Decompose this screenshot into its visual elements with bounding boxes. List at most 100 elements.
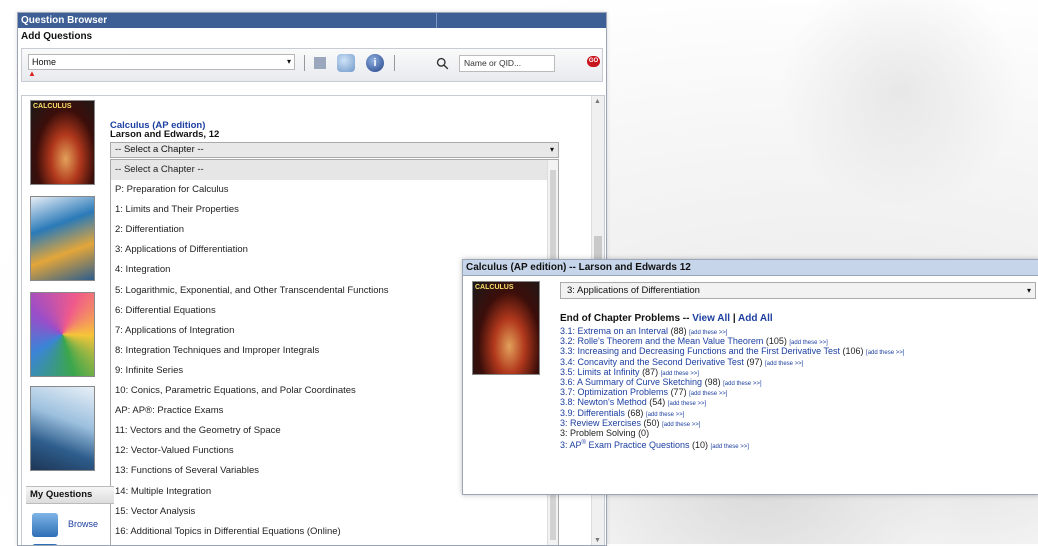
section-row: 3: Problem Solving (0) bbox=[560, 428, 1030, 438]
location-select[interactable]: Home ▾ bbox=[28, 54, 295, 70]
view-all-link[interactable]: View All bbox=[692, 313, 730, 324]
book-cover[interactable] bbox=[30, 386, 95, 471]
section-link[interactable]: 3.6: A Summary of Curve Sketching bbox=[560, 377, 702, 387]
section-row: 3.8: Newton's Method (54) [add these >>] bbox=[560, 397, 1030, 407]
section-row: 3.5: Limits at Infinity (87) [add these … bbox=[560, 367, 1030, 377]
add-these-link[interactable]: [add these >>] bbox=[711, 444, 749, 450]
section-count: (98) bbox=[704, 376, 721, 387]
chapter-select-value: 3: Applications of Differentiation bbox=[567, 285, 700, 296]
chevron-down-icon: ▾ bbox=[549, 145, 554, 154]
go-button[interactable]: GO bbox=[587, 56, 600, 67]
section-row: 3.6: A Summary of Curve Sketching (98) [… bbox=[560, 377, 1030, 387]
book-cover[interactable] bbox=[30, 292, 95, 377]
section-link[interactable]: 3.8: Newton's Method bbox=[560, 397, 647, 407]
info-icon[interactable]: i bbox=[366, 54, 384, 72]
section-name-part: 3: AP bbox=[560, 440, 582, 451]
browse-icon[interactable] bbox=[32, 513, 58, 537]
add-these-link[interactable]: [add these >>] bbox=[668, 401, 706, 407]
browser-toolbar: Home ▾ ▲ i ⚲ Name or QID... GO bbox=[21, 48, 603, 82]
section-count: (88) bbox=[670, 326, 687, 336]
location-value: Home bbox=[32, 57, 57, 67]
section-count: (87) bbox=[642, 366, 659, 377]
add-these-link[interactable]: [add these >>] bbox=[689, 330, 727, 336]
scroll-down-icon[interactable]: ▼ bbox=[594, 537, 601, 544]
add-all-link[interactable]: Add All bbox=[738, 313, 773, 324]
chapter-option[interactable]: 3: Applications of Differentiation bbox=[111, 240, 558, 260]
section-link[interactable]: 3.5: Limits at Infinity bbox=[560, 367, 640, 377]
question-browser-titlebar: Question Browser bbox=[18, 13, 606, 28]
section-link[interactable]: 3.9: Differentials bbox=[560, 408, 625, 418]
section-count: (68) bbox=[627, 407, 644, 418]
add-these-link[interactable]: [add these >>] bbox=[689, 391, 727, 397]
section-row: 3.2: Rolle's Theorem and the Mean Value … bbox=[560, 336, 1030, 346]
section-link[interactable]: 3: AP® Exam Practice Questions bbox=[560, 440, 689, 450]
chapter-select[interactable]: 3: Applications of Differentiation ▾ bbox=[560, 282, 1036, 299]
section-link[interactable]: 3.7: Optimization Problems bbox=[560, 387, 668, 397]
calculus-book-cover[interactable]: CALCULUS bbox=[30, 100, 95, 185]
section-list: 3.1: Extrema on an Interval (88) [add th… bbox=[560, 326, 1030, 451]
chevron-down-icon: ▾ bbox=[286, 57, 291, 66]
book-cover[interactable] bbox=[30, 196, 95, 281]
calculus-chapter-panel: Calculus (AP edition) -- Larson and Edwa… bbox=[462, 259, 1038, 495]
section-count: (106) bbox=[842, 346, 864, 357]
chapter-option[interactable]: -- Select a Chapter -- bbox=[111, 160, 558, 181]
section-link[interactable]: 3: Review Exercises bbox=[560, 418, 641, 428]
search-input[interactable]: Name or QID... bbox=[459, 55, 555, 72]
section-link[interactable]: 3.1: Extrema on an Interval bbox=[560, 326, 668, 336]
chevron-down-icon: ▾ bbox=[1026, 286, 1031, 295]
section-row: 3.9: Differentials (68) [add these >>] bbox=[560, 408, 1030, 418]
section-count: (105) bbox=[765, 336, 787, 347]
add-these-link[interactable]: [add these >>] bbox=[866, 350, 904, 356]
cover-title-text: CALCULUS bbox=[475, 284, 514, 291]
add-these-link[interactable]: [add these >>] bbox=[661, 371, 699, 377]
chapter-option[interactable]: P: Preparation for Calculus bbox=[111, 180, 558, 200]
add-these-link[interactable]: [add these >>] bbox=[662, 422, 700, 428]
chapter-option[interactable]: 1: Limits and Their Properties bbox=[111, 200, 558, 220]
toolbar-divider bbox=[394, 55, 395, 71]
chapter-option[interactable]: 15: Vector Analysis bbox=[111, 502, 558, 522]
section-count: (97) bbox=[746, 356, 763, 367]
document-icon[interactable] bbox=[337, 54, 355, 72]
section-count: (50) bbox=[643, 417, 660, 428]
chapter-select-value: -- Select a Chapter -- bbox=[115, 144, 204, 155]
add-these-link[interactable]: [add these >>] bbox=[765, 361, 803, 367]
question-browser-title: Question Browser bbox=[21, 15, 108, 26]
link-separator: | bbox=[732, 313, 736, 324]
my-questions-heading: My Questions bbox=[26, 486, 114, 504]
section-row: 3: AP® Exam Practice Questions (10) [add… bbox=[560, 438, 1030, 451]
end-of-chapter-label: End of Chapter Problems -- bbox=[560, 313, 690, 324]
add-these-link[interactable]: [add these >>] bbox=[723, 381, 761, 387]
section-link[interactable]: 3.3: Increasing and Decreasing Functions… bbox=[560, 346, 840, 356]
chapter-option[interactable]: 16: Additional Topics in Differential Eq… bbox=[111, 522, 558, 542]
chapter-select[interactable]: -- Select a Chapter -- ▾ bbox=[110, 142, 559, 158]
calculus-book-cover: CALCULUS bbox=[472, 281, 540, 375]
add-these-link[interactable]: [add these >>] bbox=[646, 412, 684, 418]
section-row: 3.1: Extrema on an Interval (88) [add th… bbox=[560, 326, 1030, 336]
section-count: (54) bbox=[649, 397, 666, 408]
toolbar-divider bbox=[304, 55, 305, 71]
chapter-option[interactable]: 2: Differentiation bbox=[111, 220, 558, 240]
titlebar-divider bbox=[436, 13, 437, 28]
section-link[interactable]: 3.2: Rolle's Theorem and the Mean Value … bbox=[560, 336, 763, 346]
tree-icon[interactable] bbox=[314, 57, 326, 69]
section-link[interactable]: 3.4: Concavity and the Second Derivative… bbox=[560, 357, 744, 367]
section-row: 3: Review Exercises (50) [add these >>] bbox=[560, 418, 1030, 428]
end-of-chapter-heading: End of Chapter Problems -- View All | Ad… bbox=[560, 313, 773, 324]
location-marker-icon: ▲ bbox=[28, 69, 36, 78]
calculus-panel-title: Calculus (AP edition) -- Larson and Edwa… bbox=[463, 260, 1038, 276]
section-count: (0) bbox=[638, 427, 650, 438]
section-row: 3.3: Increasing and Decreasing Functions… bbox=[560, 346, 1030, 356]
section-label: 3: Problem Solving bbox=[560, 427, 636, 438]
section-count: (10) bbox=[692, 440, 709, 451]
book-author: Larson and Edwards, 12 bbox=[110, 129, 220, 140]
cover-title-text: CALCULUS bbox=[33, 103, 72, 110]
add-these-link[interactable]: [add these >>] bbox=[789, 340, 827, 346]
section-name-part: Exam Practice Questions bbox=[585, 440, 690, 451]
search-icon: ⚲ bbox=[433, 54, 454, 75]
section-row: 3.7: Optimization Problems (77) [add the… bbox=[560, 387, 1030, 397]
section-row: 3.4: Concavity and the Second Derivative… bbox=[560, 357, 1030, 367]
browse-link[interactable]: Browse bbox=[68, 519, 98, 529]
add-questions-heading: Add Questions bbox=[21, 31, 93, 42]
section-count: (77) bbox=[670, 387, 687, 398]
scroll-up-icon[interactable]: ▲ bbox=[594, 98, 601, 105]
